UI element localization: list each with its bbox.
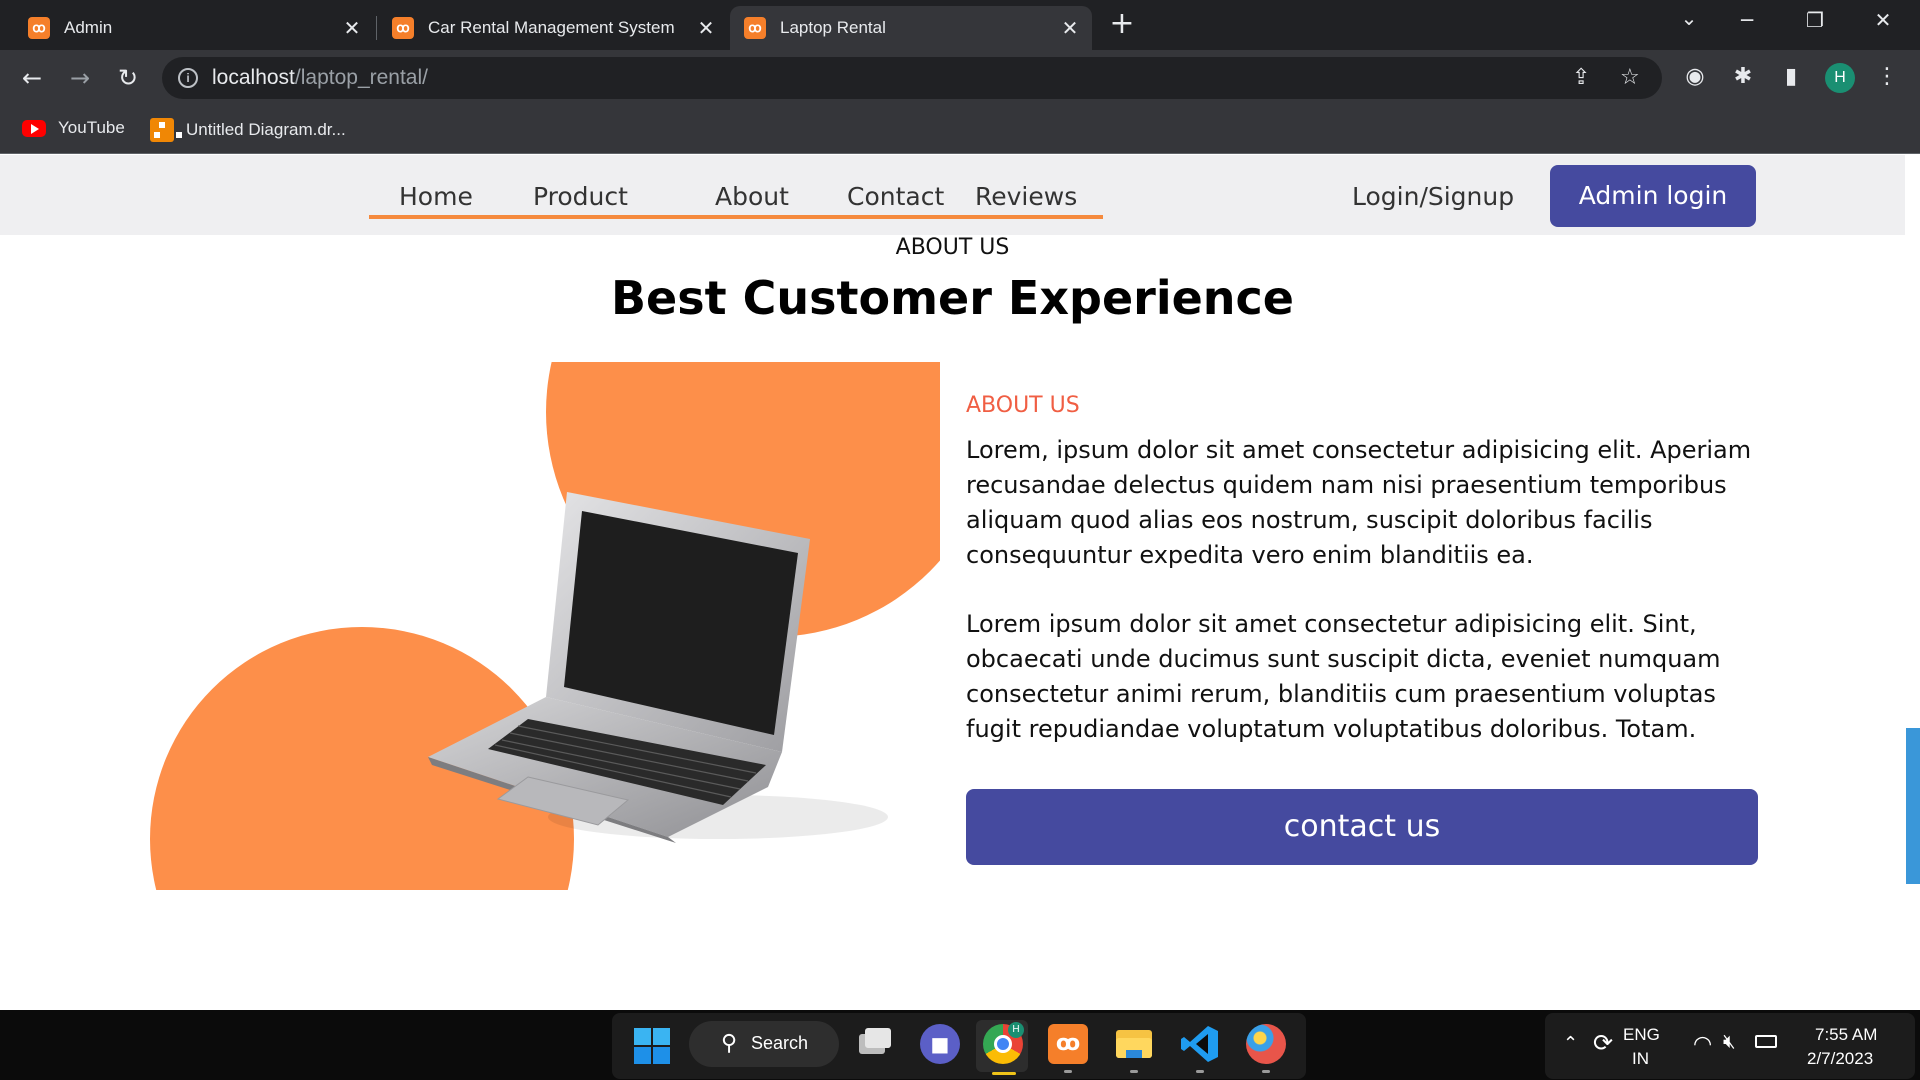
taskbar-search[interactable]: ⚲ Search (689, 1021, 839, 1067)
tab-separator (376, 16, 377, 40)
running-indicator (1196, 1070, 1204, 1073)
close-icon[interactable]: ✕ (342, 16, 362, 41)
file-explorer-icon[interactable] (1114, 1024, 1154, 1064)
tab-laptop-rental[interactable]: ꝏ Laptop Rental ✕ (730, 6, 1092, 50)
nav-about[interactable]: About (715, 182, 789, 211)
site-info-icon[interactable]: i (178, 68, 198, 88)
nav-links: Home Product About Contact Reviews (369, 155, 1103, 219)
bookmark-drawio[interactable]: Untitled Diagram.dr... (150, 118, 346, 142)
clock-date[interactable]: 2/7/2023 (1807, 1049, 1873, 1069)
tab-search-icon[interactable]: ⌄ (1674, 6, 1704, 30)
system-tray: ⌃ ⟳ ENG IN ◠ 🔇︎ 7:55 AM 2/7/2023 (1545, 1013, 1915, 1079)
about-paragraph: Lorem ipsum dolor sit amet consectetur a… (966, 610, 1721, 743)
side-panel-icon[interactable]: ▮ (1776, 64, 1806, 89)
url-host: localhost (212, 66, 295, 89)
browser-toolbar: ← → ↻ i localhost/laptop_rental/ ⇪ ☆ ◉ ✱… (0, 50, 1920, 106)
running-indicator (1130, 1070, 1138, 1073)
close-icon[interactable]: ✕ (696, 16, 716, 41)
back-button[interactable]: ← (16, 62, 48, 94)
tab-title: Laptop Rental (780, 18, 886, 37)
tab-car-rental[interactable]: ꝏ Car Rental Management System ✕ (378, 6, 728, 50)
section-title: Best Customer Experience (610, 271, 1295, 325)
reload-button[interactable]: ↻ (112, 62, 144, 94)
sync-icon[interactable]: ⟳ (1593, 1029, 1613, 1058)
bookmark-label: Untitled Diagram.dr... (186, 120, 346, 139)
share-icon[interactable]: ⇪ (1572, 65, 1590, 90)
login-signup-link[interactable]: Login/Signup (1352, 182, 1514, 211)
forward-button[interactable]: → (64, 62, 96, 94)
web-page: Home Product About Contact Reviews Login… (0, 155, 1920, 1010)
address-bar[interactable]: i localhost/laptop_rental/ ⇪ ☆ (162, 57, 1662, 99)
close-icon[interactable]: ✕ (1060, 16, 1080, 41)
tab-title: Admin (64, 18, 113, 37)
nav-home[interactable]: Home (399, 182, 473, 211)
bookmarks-bar: YouTube Untitled Diagram.dr... (0, 106, 1920, 154)
language-region[interactable]: IN (1632, 1049, 1649, 1069)
new-tab-button[interactable]: + (1108, 9, 1136, 39)
site-navbar: Home Product About Contact Reviews Login… (0, 155, 1905, 235)
start-icon[interactable] (634, 1028, 670, 1064)
wifi-icon[interactable]: ◠ (1693, 1031, 1712, 1057)
admin-login-button[interactable]: Admin login (1550, 165, 1756, 227)
minimize-button[interactable]: ─ (1732, 8, 1762, 32)
bookmark-label: YouTube (58, 118, 125, 137)
tab-title: Car Rental Management System (428, 18, 675, 37)
bookmark-star-icon[interactable]: ☆ (1620, 65, 1640, 90)
battery-icon[interactable] (1755, 1035, 1777, 1048)
search-icon: ⚲ (721, 1030, 738, 1055)
running-indicator (1064, 1070, 1072, 1073)
about-text-column: ABOUT US Lorem, ipsum dolor sit amet con… (966, 393, 1766, 781)
url-path: /laptop_rental/ (294, 66, 428, 89)
chevron-up-icon[interactable]: ⌃ (1563, 1033, 1578, 1054)
vscode-icon[interactable] (1180, 1024, 1220, 1064)
tab-admin[interactable]: ꝏ Admin ✕ (14, 6, 374, 50)
extension-avatar-icon[interactable]: ◉ (1680, 64, 1710, 89)
language-code[interactable]: ENG (1623, 1025, 1660, 1045)
chat-icon[interactable]: ■ (920, 1024, 960, 1064)
laptop-image (428, 492, 888, 843)
xampp-icon[interactable]: ꝏ (1048, 1024, 1088, 1064)
xampp-icon: ꝏ (392, 17, 414, 39)
section-subheading: ABOUT US (895, 235, 1010, 260)
extensions-icon[interactable]: ✱ (1728, 64, 1758, 89)
url-text: localhost/laptop_rental/ (212, 66, 428, 90)
about-paragraph: Lorem, ipsum dolor sit amet consectetur … (966, 436, 1752, 569)
drawio-icon (150, 118, 182, 142)
xampp-icon: ꝏ (28, 17, 50, 39)
running-indicator (1262, 1070, 1270, 1073)
profile-avatar[interactable]: H (1825, 63, 1855, 93)
search-label: Search (751, 1033, 809, 1053)
xampp-icon: ꝏ (744, 17, 766, 39)
tab-strip: ꝏ Admin ✕ ꝏ Car Rental Management System… (0, 0, 1920, 50)
nav-product[interactable]: Product (533, 182, 628, 211)
clock-time[interactable]: 7:55 AM (1815, 1025, 1877, 1045)
paint-icon[interactable] (1246, 1024, 1286, 1064)
menu-icon[interactable]: ⋮ (1872, 64, 1902, 89)
about-illustration (150, 362, 940, 890)
nav-reviews[interactable]: Reviews (975, 182, 1077, 211)
about-label: ABOUT US (966, 393, 1080, 418)
profile-badge-icon: H (1008, 1022, 1024, 1038)
contact-us-button[interactable]: contact us (966, 789, 1758, 865)
nav-contact[interactable]: Contact (847, 182, 944, 211)
taskbar: ⚲ Search ■ H ꝏ ⌃ ⟳ ENG IN ◠ 🔇︎ 7:55 AM 2… (0, 1010, 1920, 1080)
bookmark-youtube[interactable]: YouTube (22, 118, 125, 138)
page-scrollbar-thumb[interactable] (1906, 728, 1920, 884)
restore-button[interactable]: ❐ (1800, 8, 1830, 32)
youtube-icon (22, 119, 46, 137)
task-view-icon[interactable] (855, 1024, 895, 1064)
active-indicator (992, 1072, 1016, 1075)
close-window-button[interactable]: ✕ (1868, 8, 1898, 32)
volume-muted-icon[interactable]: 🔇︎ (1723, 1031, 1736, 1054)
